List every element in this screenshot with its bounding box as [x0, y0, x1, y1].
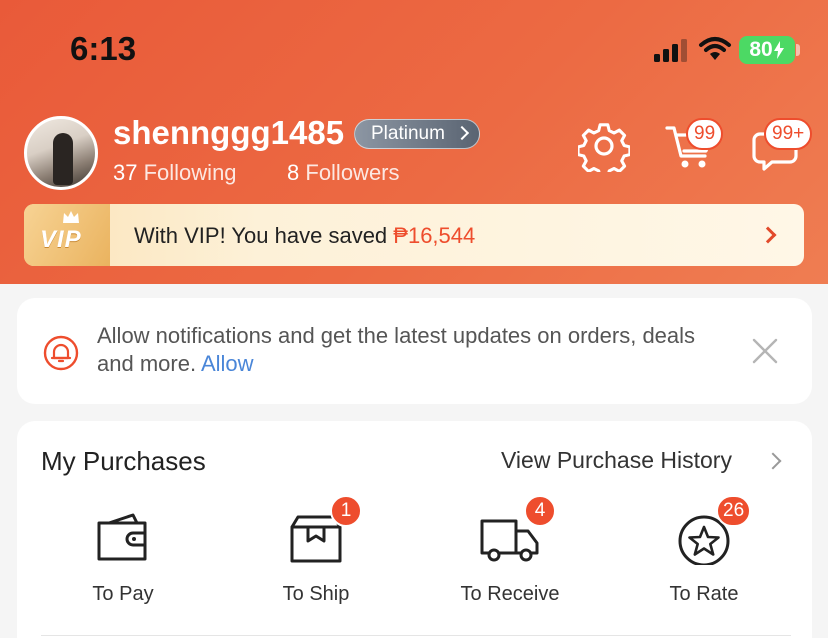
wallet-icon [97, 513, 147, 561]
followers-count: 8 [287, 160, 300, 185]
to-rate-label: To Rate [669, 583, 739, 605]
to-receive-button[interactable]: 4 To Receive [450, 495, 570, 619]
gear-icon[interactable] [578, 120, 630, 172]
to-pay-button[interactable]: To Pay [63, 509, 183, 619]
profile-header: 6:13 80 shennggg1485 Platinum 37 Followi… [0, 0, 828, 284]
vip-message-text: With VIP! You have saved [134, 223, 394, 248]
membership-tier-badge[interactable]: Platinum [354, 119, 480, 149]
cart-badge: 99 [686, 118, 724, 150]
my-purchases-card: My Purchases View Purchase History To Pa… [17, 421, 812, 638]
chat-badge: 99+ [764, 118, 813, 150]
chevron-right-icon [764, 452, 782, 470]
avatar-photo [53, 133, 73, 185]
to-rate-button[interactable]: 26 To Rate [644, 495, 764, 619]
followers-link[interactable]: 8 Followers [287, 160, 400, 186]
to-receive-label: To Receive [460, 583, 560, 605]
to-rate-badge: 26 [716, 495, 752, 527]
following-link[interactable]: 37 Following [113, 160, 237, 186]
section-title: My Purchases [41, 446, 206, 476]
notification-prompt: Allow notifications and get the latest u… [17, 298, 812, 404]
to-ship-label: To Ship [282, 583, 350, 605]
to-pay-label: To Pay [92, 583, 154, 605]
chevron-right-icon [759, 226, 777, 244]
close-icon[interactable] [751, 337, 779, 365]
wifi-icon [699, 37, 731, 60]
vip-logo-text: VIP [40, 226, 82, 253]
view-purchase-history-link[interactable]: View Purchase History [501, 447, 732, 474]
notification-message: Allow notifications and get the latest u… [97, 322, 697, 378]
vip-saved-amount: ₱16,544 [393, 223, 476, 248]
battery-level: 80 [749, 38, 773, 61]
vip-message: With VIP! You have saved ₱16,544 [134, 223, 475, 249]
tier-label: Platinum [371, 123, 445, 144]
cellular-signal-icon [654, 39, 687, 62]
to-ship-button[interactable]: 1 To Ship [256, 495, 376, 619]
bell-icon [43, 335, 79, 371]
to-ship-badge: 1 [330, 495, 362, 527]
vip-savings-banner[interactable]: VIP With VIP! You have saved ₱16,544 [24, 204, 804, 266]
battery-cap [796, 44, 800, 56]
vip-logo: VIP [24, 204, 110, 266]
following-label: Following [143, 160, 237, 185]
avatar[interactable] [24, 116, 98, 190]
chevron-right-icon [454, 125, 469, 141]
allow-link[interactable]: Allow [201, 351, 254, 376]
battery-indicator: 80 [739, 36, 795, 64]
crown-icon [63, 211, 79, 223]
status-bar: 6:13 80 [0, 0, 828, 100]
notification-text: Allow notifications and get the latest u… [97, 323, 696, 376]
username: shennggg1485 [113, 114, 345, 151]
followers-label: Followers [305, 160, 400, 185]
status-time: 6:13 [70, 30, 137, 67]
to-receive-badge: 4 [524, 495, 556, 527]
divider [41, 635, 791, 636]
following-count: 37 [113, 160, 138, 185]
charging-bolt-icon [773, 41, 784, 59]
